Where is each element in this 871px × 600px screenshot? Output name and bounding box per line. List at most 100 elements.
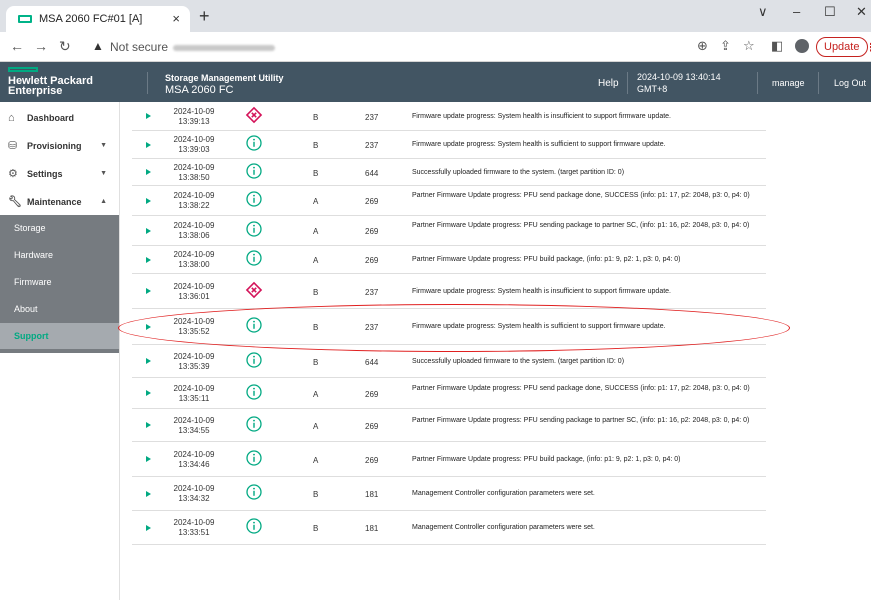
expand-arrow-icon[interactable] [146,456,151,462]
submenu-item-firmware[interactable]: Firmware [0,269,119,295]
window-close-button[interactable]: ✕ [856,4,867,20]
update-button[interactable]: Update ⋮ [816,37,871,57]
event-time: 13:38:22 [178,201,210,210]
forward-arrow-icon[interactable]: → [34,38,48,54]
sidebar-item-maintenance[interactable]: 🔧︎ Maintenance ▲ [0,188,119,215]
event-timestamp: 2024-10-09 13:34:55 [164,416,224,436]
app-header: Hewlett Packard Enterprise Storage Manag… [0,62,871,102]
help-link[interactable]: Help [598,78,619,89]
event-message: Firmware update progress: System health … [412,112,671,120]
expand-arrow-icon[interactable] [146,113,151,119]
event-controller: B [313,323,319,332]
browser-tab[interactable]: MSA 2060 FC#01 [A] × [6,6,190,32]
side-panel-icon[interactable]: ◧ [771,38,783,54]
table-row[interactable]: 2024-10-09 13:34:46 A 269 Partner Firmware U… [132,442,766,477]
zoom-icon[interactable]: ⊕ [697,38,708,54]
system-datetime[interactable]: 2024-10-09 13:40:14 GMT+8 [637,71,721,95]
submenu-item-storage[interactable]: Storage [0,215,119,241]
reload-icon[interactable]: ↻ [59,38,71,55]
url-field[interactable] [173,45,275,51]
maximize-button[interactable]: ☐ [824,4,836,20]
expand-arrow-icon[interactable] [146,256,151,263]
submenu-item-support[interactable]: Support [0,323,119,349]
expand-arrow-icon[interactable] [146,490,151,497]
chevron-up-icon: ▲ [100,198,107,205]
event-time: 13:35:39 [178,361,210,371]
event-time: 13:39:03 [178,145,210,154]
profile-avatar-icon[interactable] [795,39,809,53]
table-row[interactable]: 2024-10-09 13:35:52 B 237 Firmware update pr… [132,309,766,345]
error-severity-icon [245,281,263,298]
table-row[interactable]: 2024-10-09 13:33:51 B 181 Management Control… [132,511,766,545]
user-menu[interactable]: manage [772,78,805,88]
event-code: 269 [365,455,379,465]
event-date: 2024-10-09 [173,250,215,259]
expand-arrow-icon[interactable] [146,390,151,396]
event-message: Partner Firmware Update progress: PFU se… [412,192,750,199]
event-date: 2024-10-09 [173,162,215,172]
tab-search-icon[interactable]: ∨ [758,4,768,20]
event-date: 2024-10-09 [173,221,215,230]
table-row[interactable]: 2024-10-09 13:36:01 B 237 Firmware update pr… [132,274,766,309]
table-row[interactable]: 2024-10-09 13:34:55 A 269 Partner Firmware U… [132,409,766,442]
event-code: 269 [365,421,379,431]
event-time: 13:34:46 [178,459,210,469]
event-message: Management Controller configuration para… [412,490,595,497]
event-code: 237 [365,287,379,297]
new-tab-button[interactable]: + [199,6,210,27]
expand-arrow-icon[interactable] [146,323,151,330]
sidebar-item-provisioning[interactable]: ⛁ Provisioning ▼ [0,132,119,159]
info-severity-icon [246,484,262,500]
submenu-item-about[interactable]: About [0,296,119,322]
event-log-table: 2024-10-09 13:39:13 B 237 Firmware update pr… [132,102,766,600]
event-date: 2024-10-09 [173,383,215,393]
table-row[interactable]: 2024-10-09 13:34:32 B 181 Management Control… [132,477,766,511]
bookmark-star-icon[interactable]: ☆ [743,38,755,54]
expand-arrow-icon[interactable] [146,141,151,148]
event-timestamp: 2024-10-09 13:34:32 [164,484,224,504]
table-row[interactable]: 2024-10-09 13:35:39 B 644 Successfully uploa… [132,345,766,378]
tab-close-icon[interactable]: × [172,11,180,26]
event-code: 644 [365,357,379,367]
expand-arrow-icon[interactable] [146,227,151,234]
table-row[interactable]: 2024-10-09 13:38:22 A 269 Partner Firmware U… [132,186,766,216]
sidebar-item-settings[interactable]: ⚙ Settings ▼ [0,160,119,187]
security-label[interactable]: Not secure [110,40,168,54]
table-row[interactable]: 2024-10-09 13:38:50 B 644 Successfully uploa… [132,159,766,186]
info-severity-icon [246,250,262,266]
database-icon: ⛁ [8,140,18,152]
table-row[interactable]: 2024-10-09 13:35:11 A 269 Partner Firmware U… [132,378,766,409]
info-severity-icon [246,221,262,237]
event-time: 13:34:32 [178,494,210,503]
warning-triangle-icon[interactable]: ▲ [92,39,104,53]
share-icon[interactable]: ⇪ [720,38,731,54]
event-time: 13:38:00 [178,260,210,269]
event-message: Partner Firmware Update progress: PFU se… [412,384,750,392]
system-name: MSA 2060 FC [165,84,234,96]
submenu-item-hardware[interactable]: Hardware [0,242,119,268]
table-row[interactable]: 2024-10-09 13:38:06 A 269 Partner Firmware U… [132,216,766,246]
event-message: Partner Firmware Update progress: PFU bu… [412,256,681,263]
expand-arrow-icon[interactable] [146,358,151,364]
expand-arrow-icon[interactable] [146,169,151,175]
expand-arrow-icon[interactable] [146,422,151,428]
storage-favicon-icon [18,15,32,23]
event-message: Successfully uploaded firmware to the sy… [412,168,625,176]
back-arrow-icon[interactable]: ← [10,38,24,54]
expand-arrow-icon[interactable] [146,524,151,531]
table-row[interactable]: 2024-10-09 13:39:03 B 237 Firmware update pr… [132,131,766,159]
event-timestamp: 2024-10-09 13:34:46 [164,450,224,470]
event-message: Firmware update progress: System health … [412,287,671,295]
minimize-button[interactable]: – [793,4,800,19]
table-row[interactable]: 2024-10-09 13:38:00 A 269 Partner Firmware U… [132,246,766,274]
table-row[interactable]: 2024-10-09 13:39:13 B 237 Firmware update pr… [132,102,766,131]
chevron-down-icon: ▼ [100,170,107,177]
info-severity-icon [246,135,262,151]
sidebar-item-dashboard[interactable]: ⌂ Dashboard [0,104,119,131]
event-date: 2024-10-09 [173,281,215,291]
event-code: 644 [365,168,379,178]
expand-arrow-icon[interactable] [146,197,151,204]
logout-link[interactable]: Log Out [834,78,866,88]
event-code: 269 [365,389,379,399]
expand-arrow-icon[interactable] [146,288,151,294]
